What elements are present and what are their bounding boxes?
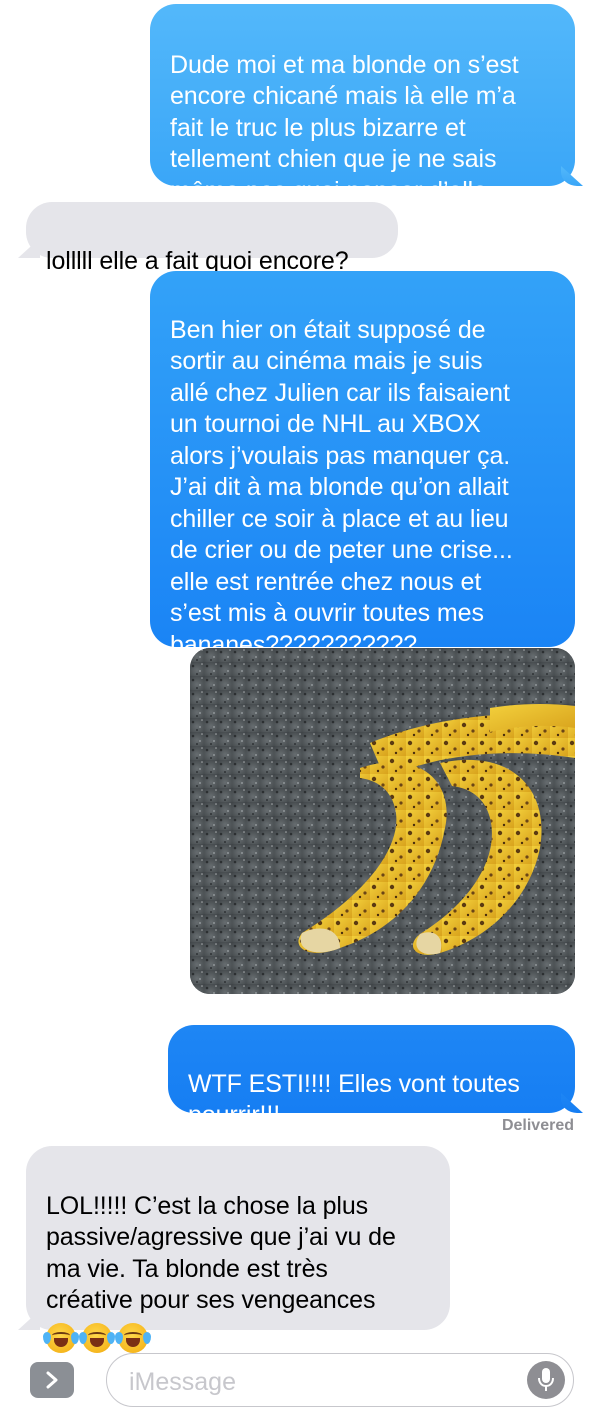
banana-image bbox=[190, 648, 575, 994]
face-with-tears-of-joy-icon bbox=[115, 1322, 151, 1353]
microphone-button[interactable] bbox=[527, 1361, 565, 1399]
microphone-icon bbox=[538, 1368, 554, 1391]
face-with-tears-of-joy-icon bbox=[43, 1322, 79, 1353]
message-text: LOL!!!!! C’est la chose la plus passive/… bbox=[46, 1191, 396, 1315]
message-thread: Dude moi et ma blonde on s’est encore ch… bbox=[0, 0, 600, 1416]
message-input[interactable]: iMessage bbox=[106, 1353, 574, 1407]
emoji-row bbox=[43, 1322, 430, 1353]
incoming-message-bubble[interactable]: LOL!!!!! C’est la chose la plus passive/… bbox=[26, 1146, 450, 1353]
delivered-status: Delivered bbox=[501, 1117, 574, 1134]
message-text: WTF ESTI!!!! Elles vont toutes pourrir!!… bbox=[188, 1069, 520, 1130]
message-text: Ben hier on était supposé de sortir au c… bbox=[170, 315, 513, 659]
outgoing-message-bubble[interactable]: Dude moi et ma blonde on s’est encore ch… bbox=[150, 4, 575, 205]
input-placeholder: iMessage bbox=[129, 1368, 236, 1396]
incoming-message-bubble[interactable]: lolllll elle a fait quoi encore? bbox=[26, 202, 398, 275]
outgoing-message-bubble[interactable]: Ben hier on était supposé de sortir au c… bbox=[150, 271, 575, 659]
apps-button[interactable] bbox=[30, 1362, 74, 1398]
outgoing-message-bubble[interactable]: WTF ESTI!!!! Elles vont toutes pourrir!!… bbox=[168, 1025, 575, 1129]
chevron-right-icon bbox=[46, 1371, 58, 1389]
face-with-tears-of-joy-icon bbox=[79, 1322, 115, 1353]
bananas-photo[interactable] bbox=[190, 648, 575, 994]
message-text: Dude moi et ma blonde on s’est encore ch… bbox=[170, 50, 519, 205]
